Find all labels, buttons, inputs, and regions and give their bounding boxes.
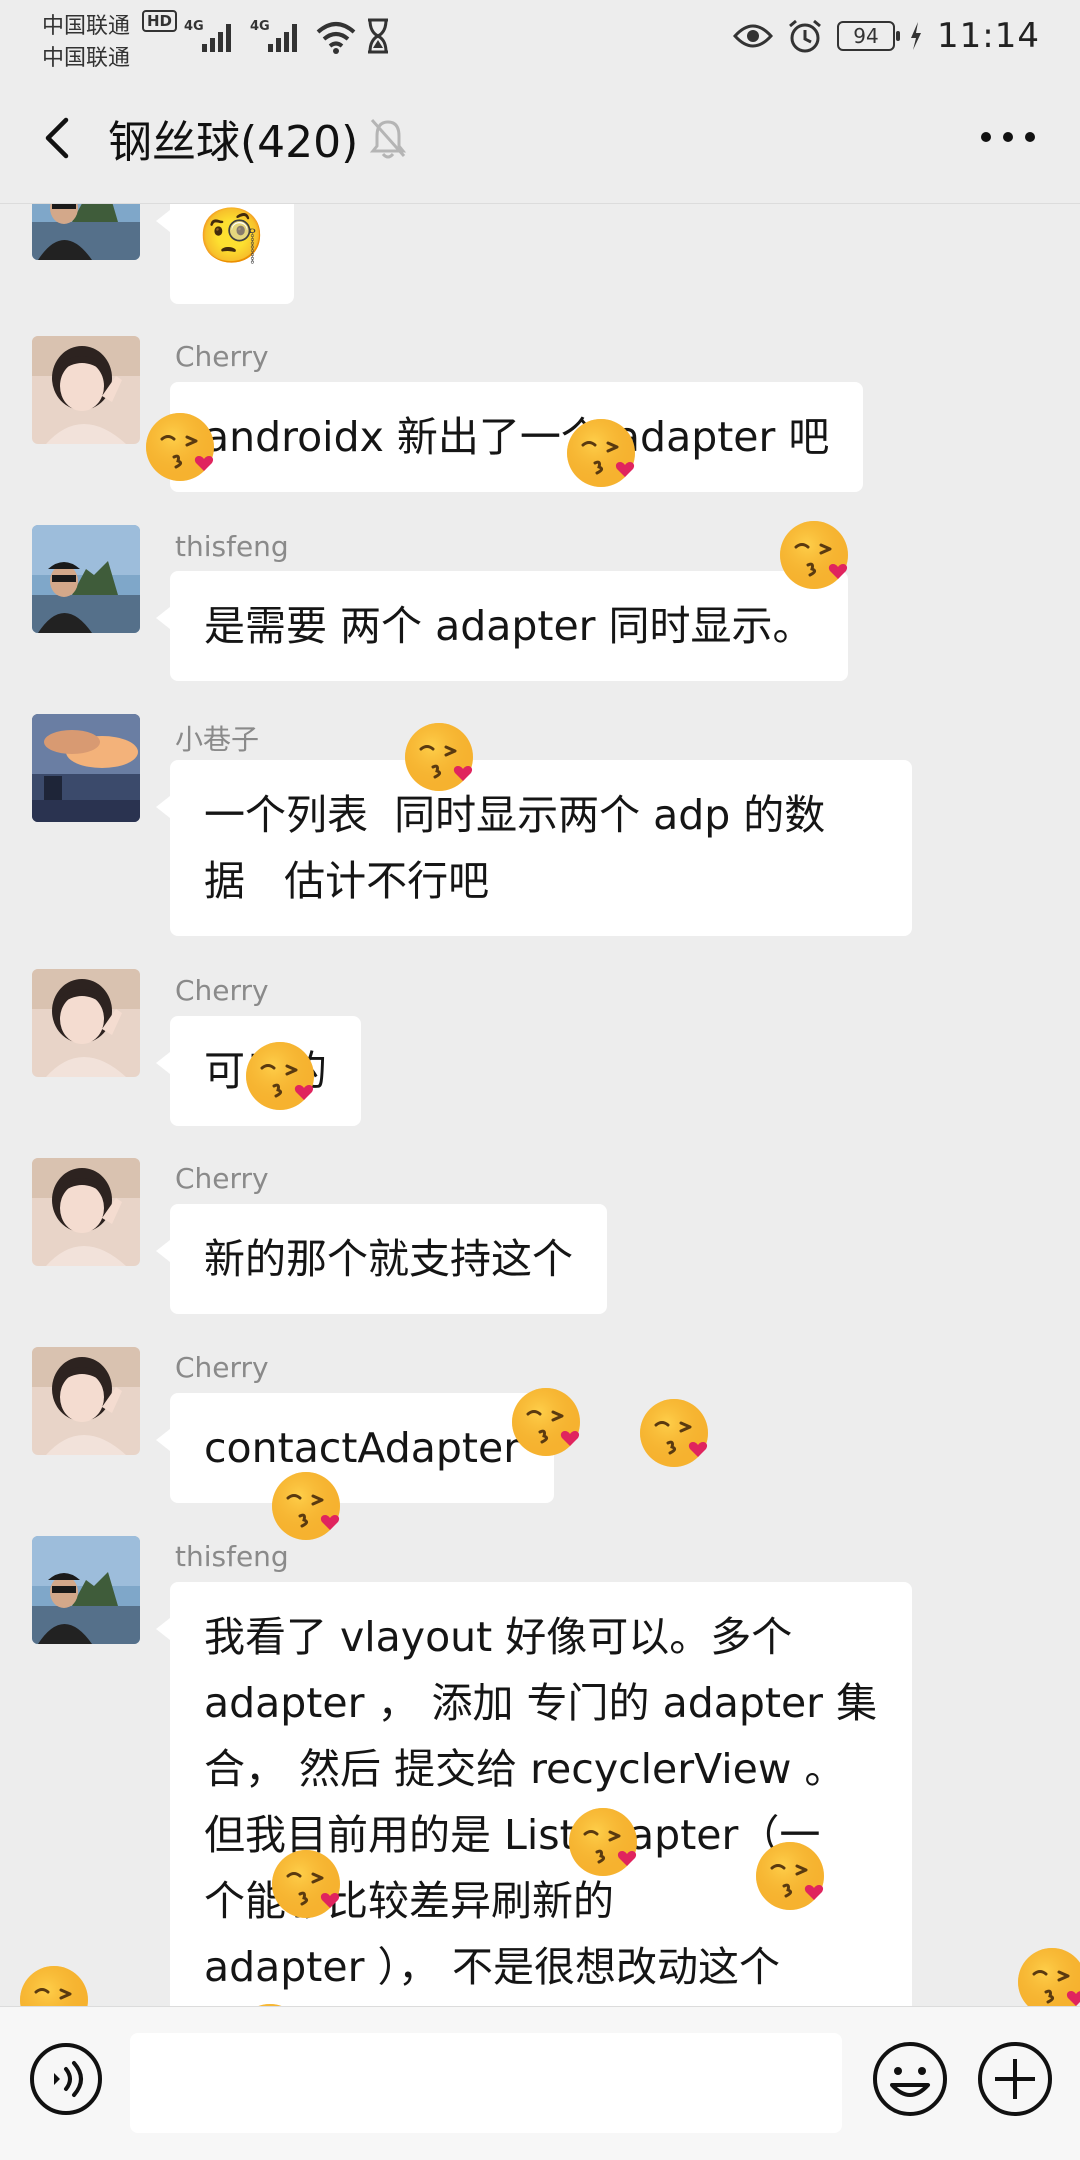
- carrier-label-1: 中国联通: [42, 14, 131, 39]
- kiss-emoji-icon: [232, 1998, 312, 2006]
- avatar[interactable]: [32, 204, 140, 260]
- avatar[interactable]: [32, 1158, 140, 1266]
- sender-name: Cherry: [175, 340, 269, 373]
- kiss-emoji-icon: [563, 413, 643, 493]
- avatar[interactable]: [32, 714, 140, 822]
- plus-icon[interactable]: [975, 2039, 1055, 2119]
- carrier-label-2: 中国联通: [42, 46, 131, 71]
- avatar[interactable]: [32, 1536, 140, 1644]
- clock: 11:14: [937, 16, 1040, 56]
- kiss-emoji-icon: [401, 717, 481, 797]
- title-bar: 钢丝球(420): [0, 72, 1080, 204]
- kiss-emoji-icon: [16, 1960, 96, 2006]
- sender-name: 小巷子: [175, 723, 260, 756]
- kiss-emoji-icon: [636, 1393, 716, 1473]
- kiss-emoji-icon: [268, 1466, 348, 1546]
- charging-icon: [911, 22, 922, 50]
- hd-badge: HD: [142, 10, 178, 32]
- avatar[interactable]: [32, 1347, 140, 1455]
- avatar[interactable]: [32, 336, 140, 444]
- mute-bell-icon: [369, 119, 407, 159]
- kiss-emoji-icon: [752, 1836, 832, 1916]
- hourglass-icon: [368, 18, 388, 54]
- battery-icon: 94: [837, 21, 901, 51]
- message-bubble[interactable]: 🧐: [156, 204, 294, 304]
- status-bar-right: 94 11:14: [733, 14, 1040, 58]
- wifi-icon: [316, 22, 356, 54]
- kiss-emoji-icon: [242, 1036, 322, 1116]
- network-type-label: 4G: [184, 19, 204, 34]
- message-bubble[interactable]: 新的那个就支持这个: [156, 1204, 607, 1314]
- message-bubble[interactable]: contactAdapter: [155, 1393, 555, 1503]
- message-input-bar: [0, 2006, 1080, 2160]
- kiss-emoji-icon: [268, 1844, 348, 1924]
- avatar[interactable]: [32, 525, 140, 633]
- message-bubble[interactable]: androidx 新出了一个 adapter 吧: [155, 382, 864, 492]
- sender-name: Cherry: [175, 1351, 269, 1384]
- avatar[interactable]: [32, 969, 140, 1077]
- sender-name: thisfeng: [175, 530, 289, 563]
- message-input[interactable]: [130, 2033, 842, 2133]
- sender-name: Cherry: [175, 1162, 269, 1195]
- message-bubble[interactable]: 一个列表 同时显示两个 adp 的数 据 估计不行吧: [156, 760, 912, 936]
- kiss-emoji-icon: [142, 407, 222, 487]
- page-title: 钢丝球(420): [108, 117, 359, 168]
- chat-message-list[interactable]: 🧐 Cherry androidx 新出了一个 adapter 吧 thisfe…: [0, 204, 1080, 2006]
- message-bubble[interactable]: 是需要 两个 adapter 同时显示。: [156, 571, 848, 681]
- message-bubble[interactable]: 我看了 vlayout 好像可以。多个 adapter ， 添加 专门的 ada…: [156, 1582, 912, 2006]
- network-type-label: 4G: [250, 19, 270, 34]
- emoji-icon[interactable]: [870, 2039, 950, 2119]
- alarm-icon: [789, 19, 821, 53]
- sender-name: Cherry: [175, 974, 269, 1007]
- signal-icon: 4G: [250, 19, 297, 52]
- kiss-emoji-icon: [508, 1382, 588, 1462]
- chat-screen: 中国联通 中国联通 HD 4G 4G 94 11:14 钢丝球(420) 🧐 C…: [0, 0, 1080, 2160]
- kiss-emoji-icon: [776, 515, 856, 595]
- voice-icon[interactable]: [28, 2041, 104, 2117]
- more-dots-icon[interactable]: [976, 112, 1040, 162]
- kiss-emoji-icon: [565, 1802, 645, 1882]
- kiss-emoji-icon: [1014, 1942, 1080, 2006]
- eye-icon: [733, 24, 774, 48]
- back-arrow-icon[interactable]: [30, 108, 90, 168]
- signal-icon: 4G: [184, 19, 231, 52]
- status-bar: 中国联通 中国联通 HD 4G 4G 94 11:14: [0, 0, 1080, 72]
